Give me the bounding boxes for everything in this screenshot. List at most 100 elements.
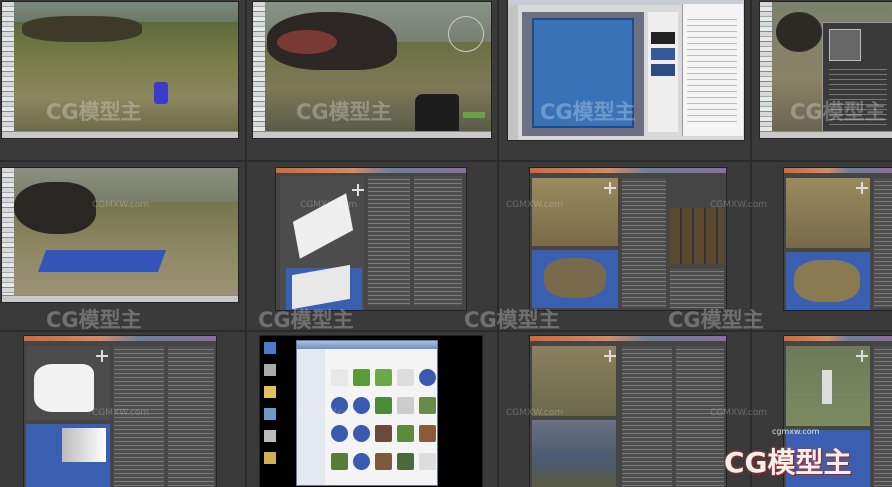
white-model-2 — [62, 428, 106, 462]
axis-gizmo-icon — [856, 182, 868, 194]
outliner-panel[interactable] — [622, 178, 666, 308]
watermark-text: CG模型主 — [668, 308, 764, 332]
desktop-icon[interactable] — [264, 408, 276, 420]
menu-bar[interactable] — [784, 336, 892, 341]
axis-gizmo-icon — [352, 184, 364, 196]
desktop-icon[interactable] — [264, 364, 276, 376]
watermark-text: CG模型主 — [464, 308, 560, 332]
properties-panel[interactable] — [414, 176, 462, 306]
properties-panel[interactable] — [874, 178, 892, 308]
pillar-model — [822, 370, 832, 404]
thumbnail[interactable] — [375, 369, 392, 386]
axis-gizmo-icon — [604, 182, 616, 194]
menu-bar[interactable] — [530, 336, 726, 341]
watermark-text: CG模型主 — [540, 100, 636, 124]
tile-2-2[interactable] — [276, 168, 466, 310]
status-bar — [2, 131, 238, 138]
thumbnail[interactable] — [397, 369, 414, 386]
watermark-url: CGMXW.com — [506, 408, 564, 418]
thumbnail[interactable] — [375, 425, 392, 442]
status-bar — [2, 295, 238, 302]
thumbnail[interactable] — [375, 397, 392, 414]
axis-gizmo-icon — [96, 350, 108, 362]
logo-url: cgmxw.com — [772, 427, 820, 436]
blue-viewport — [26, 424, 110, 487]
thumbnail[interactable] — [375, 453, 392, 470]
thumbnail[interactable] — [419, 397, 436, 414]
thumbnail[interactable] — [397, 453, 414, 470]
layer-thumb — [651, 48, 675, 60]
layer-thumb — [651, 32, 675, 44]
blue-viewport — [532, 250, 618, 308]
watermark-text: CG模型主 — [46, 308, 142, 332]
blue-plane — [37, 250, 167, 272]
rock-formation — [14, 182, 96, 234]
menu-bar[interactable] — [784, 168, 892, 173]
thumbnail[interactable] — [353, 369, 370, 386]
red-foliage — [277, 30, 337, 54]
tile-2-4[interactable] — [784, 168, 892, 310]
thumbnail[interactable] — [397, 425, 414, 442]
texture-palette[interactable] — [670, 208, 724, 264]
desktop-icon[interactable] — [264, 342, 276, 354]
distant-hills — [22, 16, 142, 42]
properties-panel[interactable] — [168, 346, 214, 486]
tool-palette[interactable] — [2, 2, 14, 138]
tile-3-2[interactable] — [260, 336, 482, 487]
watermark-url: CGMXW.com — [92, 200, 150, 210]
thumbnail[interactable] — [397, 397, 414, 414]
thumbnail[interactable] — [331, 369, 348, 386]
thumbnail[interactable] — [353, 453, 370, 470]
desktop-icon[interactable] — [264, 452, 276, 464]
window-titlebar[interactable] — [297, 341, 437, 349]
desktop-icon[interactable] — [264, 386, 276, 398]
thumbnail[interactable] — [353, 425, 370, 442]
watermark-url: CGMXW.com — [300, 200, 358, 210]
thumbnail[interactable] — [331, 425, 348, 442]
tool-palette[interactable] — [508, 5, 518, 140]
properties-panel[interactable] — [682, 4, 743, 136]
blue-object — [154, 82, 168, 104]
thumbnail[interactable] — [419, 369, 436, 386]
desktop-icons[interactable] — [260, 336, 294, 487]
grid-divider — [245, 0, 247, 487]
tile-2-1[interactable] — [2, 168, 238, 302]
preview-thumb — [829, 29, 861, 61]
terrain-island — [794, 260, 860, 302]
white-model — [34, 364, 94, 412]
blue-viewport — [786, 252, 870, 310]
menu-bar[interactable] — [24, 336, 216, 341]
axis-gizmo-icon — [604, 350, 616, 362]
watermark-text: CG模型主 — [258, 308, 354, 332]
brand-logo: cgmxw.com CG模型主 — [724, 421, 884, 481]
menu-bar[interactable] — [530, 168, 726, 173]
terrain-view-2 — [532, 420, 616, 487]
properties-panel[interactable] — [670, 268, 724, 308]
tool-palette[interactable] — [253, 2, 265, 138]
layers-panel[interactable] — [648, 12, 678, 132]
tool-palette[interactable] — [2, 168, 14, 302]
health-bar — [463, 112, 485, 118]
tile-2-3[interactable] — [530, 168, 726, 310]
screenshot-grid: CG模型主 CG模型主 CG模型主 CG模型主 CG模型主 CG模型主 CG模型… — [0, 0, 892, 487]
compass-icon — [448, 16, 484, 52]
watermark-url: CGMXW.com — [710, 408, 768, 418]
thumbnail[interactable] — [331, 453, 348, 470]
outliner-panel[interactable] — [368, 176, 410, 306]
watermark-url: CGMXW.com — [710, 200, 768, 210]
grid-divider — [0, 160, 892, 162]
outliner-panel[interactable] — [622, 346, 672, 486]
grid-divider — [497, 0, 499, 487]
status-bar — [253, 131, 491, 138]
watermark-text: CG模型主 — [46, 100, 142, 124]
watermark-text: CG模型主 — [790, 100, 886, 124]
menu-bar[interactable] — [276, 168, 466, 173]
thumbnail[interactable] — [419, 453, 436, 470]
thumbnail[interactable] — [419, 425, 436, 442]
tool-palette[interactable] — [760, 2, 772, 138]
axis-gizmo-icon — [856, 350, 868, 362]
status-bar — [760, 131, 892, 138]
desktop-icon[interactable] — [264, 430, 276, 442]
watermark-url: CGMXW.com — [506, 200, 564, 210]
viewport[interactable] — [280, 176, 364, 310]
